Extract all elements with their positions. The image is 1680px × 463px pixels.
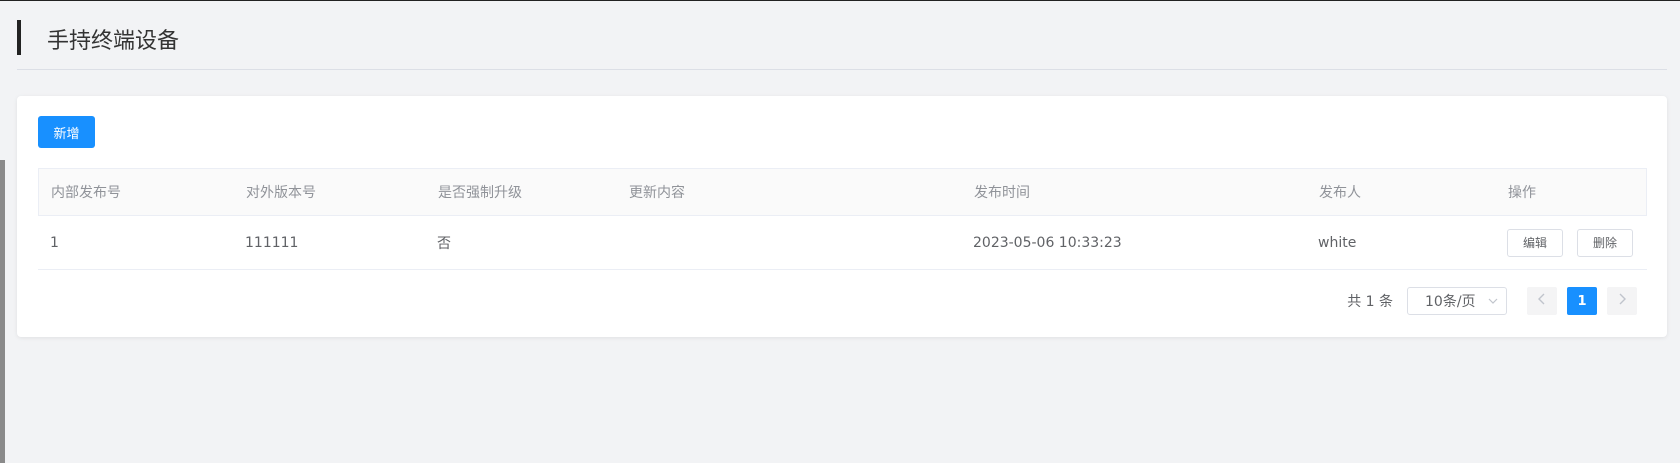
col-header-update-content: 更新内容 bbox=[629, 185, 685, 201]
cell-publisher: white bbox=[1318, 234, 1357, 251]
page-size-value: 10条/页 bbox=[1425, 294, 1476, 310]
page-size-select[interactable]: 10条/页 bbox=[1407, 287, 1507, 315]
pagination: 共 1 条 10条/页 1 bbox=[1347, 287, 1637, 315]
delete-button[interactable]: 删除 bbox=[1577, 228, 1634, 257]
prev-page-button[interactable] bbox=[1527, 287, 1557, 315]
page-header: 手持终端设备 bbox=[17, 20, 1667, 70]
chevron-left-icon bbox=[1538, 293, 1546, 309]
left-scrollbar[interactable] bbox=[0, 160, 5, 463]
add-button[interactable]: 新增 bbox=[38, 116, 95, 148]
col-header-release-time: 发布时间 bbox=[974, 185, 1030, 201]
col-header-force-upgrade: 是否强制升级 bbox=[438, 185, 522, 201]
cell-force-upgrade: 否 bbox=[437, 235, 451, 252]
cell-external-version: 111111 bbox=[245, 234, 299, 251]
pagination-total: 共 1 条 bbox=[1347, 294, 1393, 310]
page-title: 手持终端设备 bbox=[47, 29, 180, 54]
chevron-right-icon bbox=[1618, 293, 1626, 309]
cell-internal-release: 1 bbox=[50, 234, 59, 251]
col-header-publisher: 发布人 bbox=[1319, 185, 1361, 201]
cell-actions: 编辑 删除 bbox=[1495, 228, 1647, 257]
table-row: 1 111111 否 2023-05-06 10:33:23 white 编辑 … bbox=[38, 216, 1647, 270]
release-table: 内部发布号 对外版本号 是否强制升级 更新内容 发布时间 发布人 操作 1 11… bbox=[38, 168, 1647, 270]
next-page-button[interactable] bbox=[1607, 287, 1637, 315]
chevron-down-icon bbox=[1488, 293, 1498, 312]
col-header-internal-release: 内部发布号 bbox=[51, 185, 121, 201]
edit-button[interactable]: 编辑 bbox=[1507, 228, 1564, 257]
top-border bbox=[0, 0, 1680, 1]
col-header-actions: 操作 bbox=[1508, 185, 1536, 201]
title-accent-bar bbox=[17, 20, 21, 55]
table-header: 内部发布号 对外版本号 是否强制升级 更新内容 发布时间 发布人 操作 bbox=[38, 168, 1647, 216]
content-card: 新增 内部发布号 对外版本号 是否强制升级 更新内容 发布时间 发布人 操作 1… bbox=[17, 96, 1667, 337]
cell-release-time: 2023-05-06 10:33:23 bbox=[973, 234, 1122, 251]
page-number-current[interactable]: 1 bbox=[1567, 287, 1597, 315]
col-header-external-version: 对外版本号 bbox=[246, 185, 316, 201]
